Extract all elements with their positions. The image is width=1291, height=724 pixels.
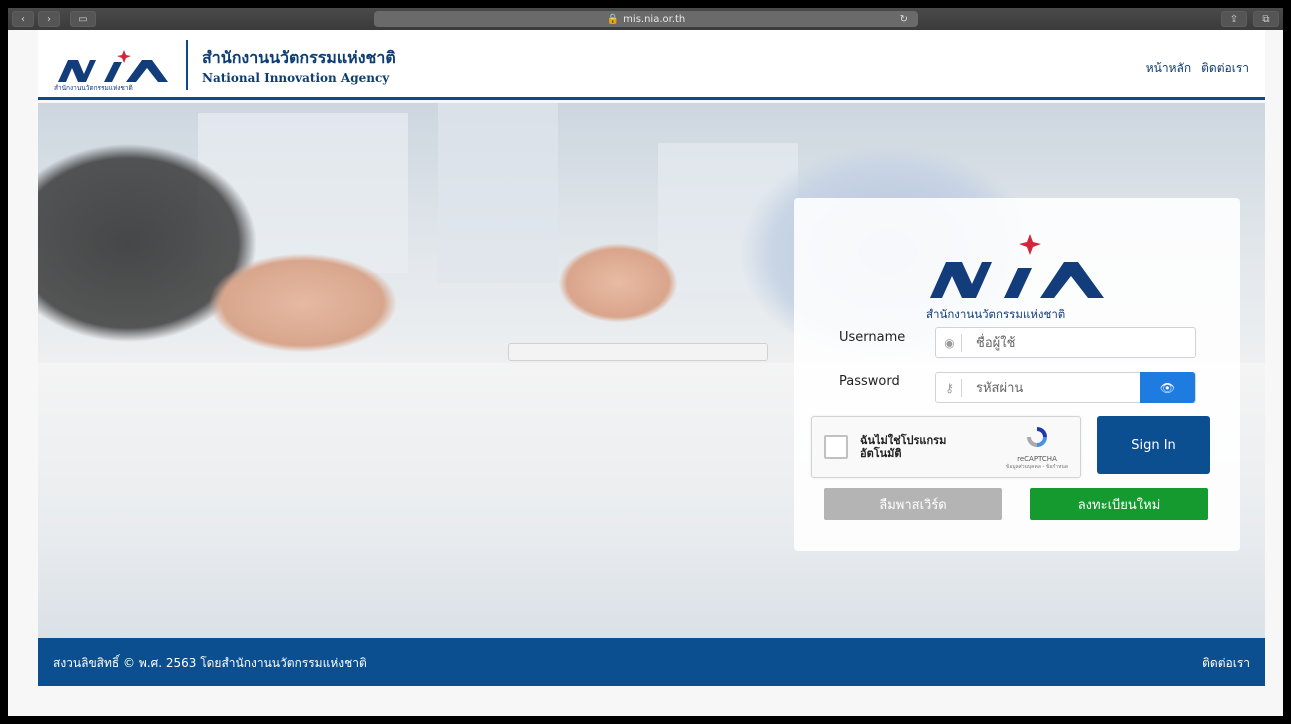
register-button[interactable]: ลงทะเบียนใหม่ xyxy=(1030,488,1208,520)
key-icon: ⚷ xyxy=(938,378,962,397)
site-footer: สงวนลิขสิทธิ์ © พ.ศ. 2563 โดยสำนักงานนวั… xyxy=(38,638,1265,686)
recaptcha-text-line2: อัตโนมัติ xyxy=(860,447,902,460)
logo-letter-a xyxy=(1040,262,1104,298)
logo-letter-a xyxy=(126,60,168,82)
password-placeholder: รหัสผ่าน xyxy=(976,381,1024,396)
site-header: สำนักงานนวัตกรรมแห่งชาติ สำนักงานนวัตกรร… xyxy=(38,30,1265,100)
back-button[interactable]: ‹ xyxy=(12,11,34,27)
reload-icon[interactable]: ↻ xyxy=(900,14,908,25)
recaptcha-brand: reCAPTCHA ข้อมูลส่วนบุคคล - ข้อกำหนด xyxy=(1002,425,1072,471)
nav-contact-link[interactable]: ติดต่อเรา xyxy=(1201,59,1249,78)
recaptcha-brand-text: reCAPTCHA xyxy=(1017,455,1057,463)
recaptcha-widget: ฉันไม่ใช่โปรแกรม อัตโนมัติ reCAPTCHA ข้อ… xyxy=(811,416,1081,478)
footer-contact-link[interactable]: ติดต่อเรา xyxy=(1202,654,1250,673)
logo-letter-i xyxy=(104,62,122,82)
org-name-th: สำนักงานนวัตกรรมแห่งชาติ xyxy=(202,48,396,67)
logo-divider xyxy=(186,40,188,90)
password-label: Password xyxy=(839,374,900,389)
logo-caption: สำนักงานนวัตกรรมแห่งชาติ xyxy=(54,84,133,92)
username-label: Username xyxy=(839,330,906,345)
recaptcha-text: ฉันไม่ใช่โปรแกรม อัตโนมัติ xyxy=(860,434,946,460)
recaptcha-text-line1: ฉันไม่ใช่โปรแกรม xyxy=(860,434,947,447)
url-text: mis.nia.or.th xyxy=(623,13,686,25)
lock-icon: 🔒 xyxy=(606,13,620,25)
page: สำนักงานนวัตกรรมแห่งชาติ สำนักงานนวัตกรร… xyxy=(8,30,1283,716)
eye-slash-icon: 👁 xyxy=(1159,380,1176,395)
password-field[interactable]: ⚷ รหัสผ่าน 👁 xyxy=(935,372,1196,403)
sidebar-toggle-button[interactable]: ▭ xyxy=(70,11,96,27)
bg-window xyxy=(438,103,558,283)
bg-papers xyxy=(508,343,768,361)
forgot-password-button[interactable]: ลืมพาสเวิร์ด xyxy=(824,488,1002,520)
logo-star-icon xyxy=(1019,234,1041,255)
logo-star-icon xyxy=(117,50,131,63)
sign-in-button[interactable]: Sign In xyxy=(1097,416,1210,474)
bg-hand-right xyxy=(558,243,678,323)
logo-letter-n xyxy=(58,60,96,82)
tabs-overview-button[interactable]: ⧉ xyxy=(1253,11,1279,27)
forward-button[interactable]: › xyxy=(38,11,60,27)
toggle-password-button[interactable]: 👁 xyxy=(1140,372,1195,403)
username-placeholder: ชื่อผู้ใช้ xyxy=(976,336,1016,351)
share-button[interactable]: ⇪ xyxy=(1221,11,1247,27)
person-icon: ◉ xyxy=(938,333,962,352)
recaptcha-links[interactable]: ข้อมูลส่วนบุคคล - ข้อกำหนด xyxy=(1002,463,1072,471)
footer-copyright: สงวนลิขสิทธิ์ © พ.ศ. 2563 โดยสำนักงานนวั… xyxy=(53,656,367,670)
recaptcha-checkbox[interactable] xyxy=(824,435,848,459)
address-bar[interactable]: 🔒 mis.nia.or.th ↻ xyxy=(374,11,918,27)
logo-letter-i xyxy=(1004,268,1032,298)
bg-hand-left xyxy=(208,253,398,353)
login-card: สำนักงานนวัตกรรมแห่งชาติ Username ◉ ชื่อ… xyxy=(794,198,1240,551)
top-nav: หน้าหลัก ติดต่อเรา xyxy=(1146,59,1249,78)
recaptcha-icon xyxy=(1027,427,1047,447)
nav-home-link[interactable]: หน้าหลัก xyxy=(1146,59,1191,78)
logo-letter-n xyxy=(930,262,992,298)
org-name-en: National Innovation Agency xyxy=(202,71,390,85)
browser-toolbar: ‹ › ▭ 🔒 mis.nia.or.th ↻ ⇪ ⧉ xyxy=(8,8,1283,30)
nia-logo[interactable]: สำนักงานนวัตกรรมแห่งชาติ xyxy=(52,46,177,92)
username-field[interactable]: ◉ ชื่อผู้ใช้ xyxy=(935,327,1196,358)
logo-caption: สำนักงานนวัตกรรมแห่งชาติ xyxy=(926,307,1065,321)
nia-logo-large: สำนักงานนวัตกรรมแห่งชาติ xyxy=(926,234,1104,321)
